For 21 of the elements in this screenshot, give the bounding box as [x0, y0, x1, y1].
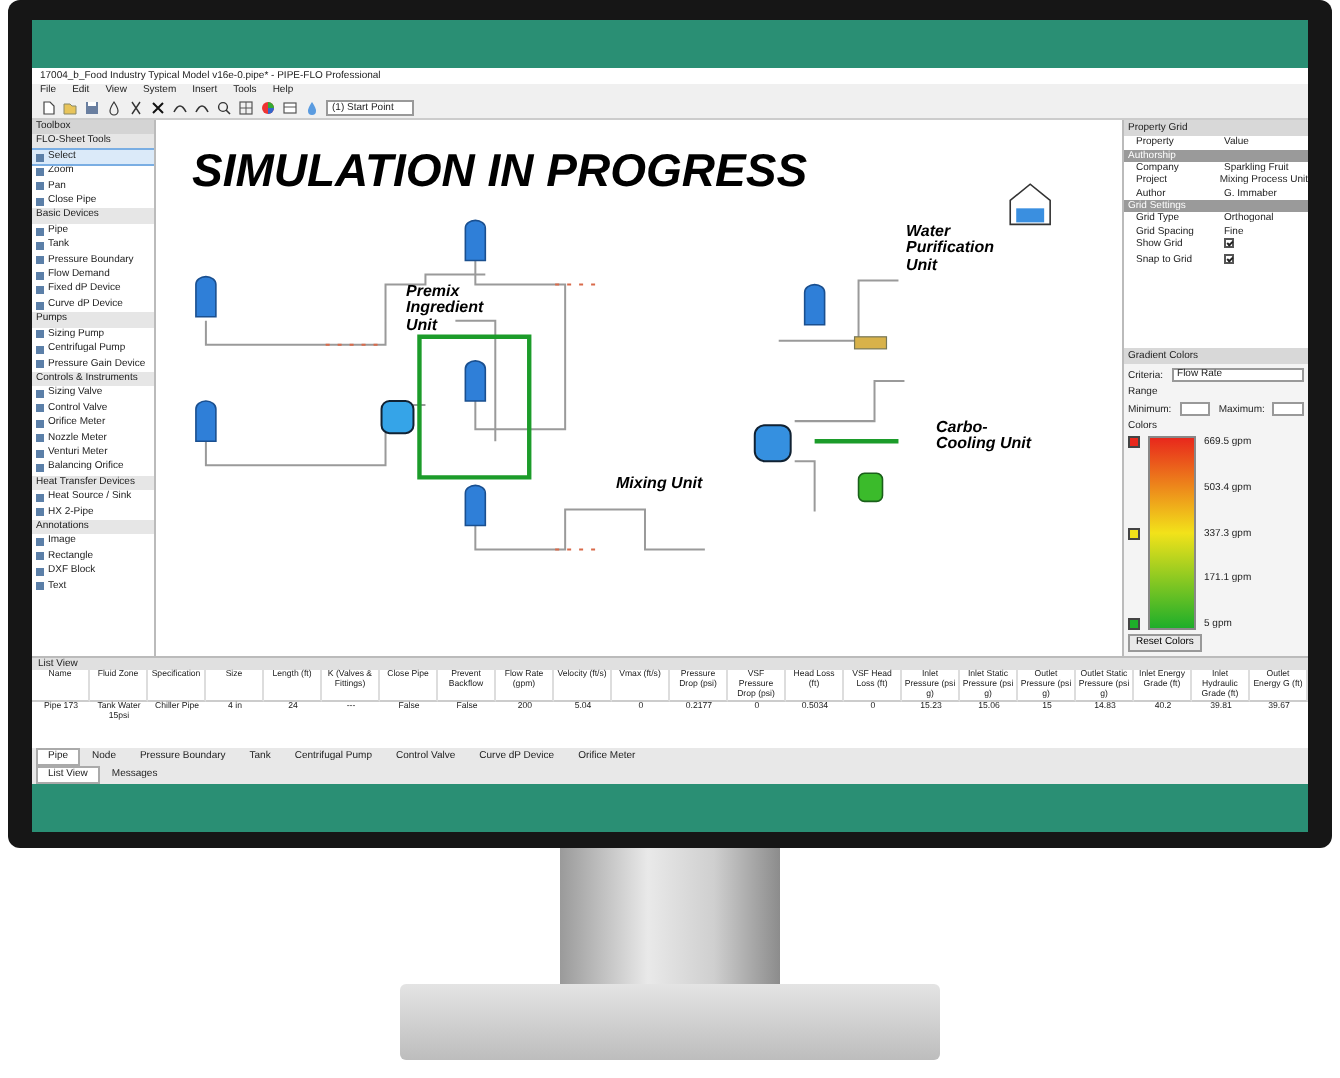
- color-stop[interactable]: [1128, 436, 1140, 448]
- color-stop[interactable]: [1128, 527, 1140, 539]
- unit-label: Premix Ingredient Unit: [406, 284, 486, 335]
- table-icon[interactable]: [282, 100, 298, 116]
- color-wheel-icon[interactable]: [260, 100, 276, 116]
- maximum-field[interactable]: [1272, 402, 1305, 416]
- color-stop[interactable]: [1128, 618, 1140, 630]
- folder-icon[interactable]: [62, 100, 78, 116]
- unit-label: Water Purification Unit: [906, 224, 997, 275]
- drop-icon[interactable]: [106, 100, 122, 116]
- unit-label: Carbo-Cooling Unit: [936, 420, 1034, 454]
- canvas-heading: SIMULATION IN PROGRESS: [192, 148, 808, 194]
- search-icon[interactable]: [216, 100, 232, 116]
- unit-label: Mixing Unit: [616, 476, 705, 493]
- close-icon[interactable]: [150, 100, 166, 116]
- minimum-field[interactable]: [1179, 402, 1211, 416]
- checkbox[interactable]: [1224, 238, 1234, 248]
- grid-icon[interactable]: [238, 100, 254, 116]
- checkbox[interactable]: [1224, 253, 1234, 263]
- save-icon[interactable]: [84, 100, 100, 116]
- file-icon[interactable]: [40, 100, 56, 116]
